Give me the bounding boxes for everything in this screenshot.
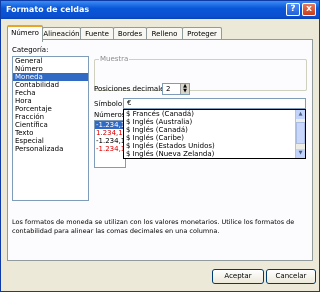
negative-format-item[interactable]: -1.234,10 <box>95 121 130 129</box>
category-item[interactable]: Especial <box>13 137 88 145</box>
number-tab-panel: Categoría: General Número Moneda Contabi… <box>7 39 313 261</box>
close-button[interactable]: x <box>302 3 316 16</box>
scroll-up-icon[interactable]: ▲ <box>296 110 305 119</box>
decimals-value: 2 <box>166 85 171 93</box>
category-item[interactable]: Número <box>13 65 88 73</box>
symbol-label: Símbolo: <box>94 100 125 108</box>
category-item[interactable]: Fracción <box>13 113 88 121</box>
negative-numbers-list[interactable]: -1.234,10 1.234,10 -1.234,10 -1.234,10 <box>94 120 130 168</box>
cancel-button[interactable]: Cancelar <box>266 269 316 284</box>
accept-button[interactable]: Aceptar <box>212 269 264 284</box>
category-item[interactable]: Porcentaje <box>13 105 88 113</box>
scroll-thumb[interactable] <box>296 122 305 144</box>
category-item[interactable]: Hora <box>13 97 88 105</box>
decimals-stepper[interactable]: 2 ▲ ▼ <box>162 83 190 95</box>
tab-numero[interactable]: Número <box>7 25 43 42</box>
dropdown-scrollbar[interactable]: ▲ ▼ <box>295 110 305 158</box>
category-item-selected[interactable]: Moneda <box>13 73 88 81</box>
format-cells-dialog: Formato de celdas ? x Número Alineación … <box>0 0 320 292</box>
symbol-option[interactable]: $ Inglés (Nueva Zelanda) <box>124 150 305 158</box>
category-item[interactable]: Contabilidad <box>13 81 88 89</box>
symbol-dropdown-list[interactable]: $ Francés (Canadá) $ Inglés (Australia) … <box>123 109 306 159</box>
category-item[interactable]: Personalizada <box>13 145 88 153</box>
category-item[interactable]: Fecha <box>13 89 88 97</box>
category-label: Categoría: <box>12 46 49 54</box>
symbol-option[interactable]: $ Inglés (Caribe) <box>124 134 305 142</box>
symbol-option[interactable]: $ Inglés (Australia) <box>124 118 305 126</box>
negative-format-item[interactable]: 1.234,10 <box>95 129 127 137</box>
title-bar: Formato de celdas ? x <box>1 1 319 19</box>
decimals-label: Posiciones decimales: <box>94 85 171 93</box>
category-item[interactable]: Texto <box>13 129 88 137</box>
category-item[interactable]: General <box>13 57 88 65</box>
window-title: Formato de celdas <box>6 5 90 14</box>
symbol-select[interactable]: € <box>123 98 306 109</box>
negative-format-item[interactable]: -1.234,10 <box>95 145 130 153</box>
symbol-option[interactable]: $ Inglés (Canadá) <box>124 126 305 134</box>
stepper-arrows-icon[interactable]: ▲ ▼ <box>180 84 189 94</box>
symbol-value: € <box>127 99 132 107</box>
negative-format-item[interactable]: -1.234,10 <box>95 137 130 145</box>
category-list[interactable]: General Número Moneda Contabilidad Fecha… <box>12 56 89 201</box>
symbol-option[interactable]: $ Francés (Canadá) <box>124 110 305 118</box>
category-item[interactable]: Científica <box>13 121 88 129</box>
symbol-option[interactable]: $ Inglés (Estados Unidos) <box>124 142 305 150</box>
scroll-down-icon[interactable]: ▼ <box>296 149 305 158</box>
format-description: Los formatos de moneda se utilizan con l… <box>12 218 295 235</box>
sample-label: Muestra <box>99 55 130 63</box>
help-button[interactable]: ? <box>286 3 300 16</box>
